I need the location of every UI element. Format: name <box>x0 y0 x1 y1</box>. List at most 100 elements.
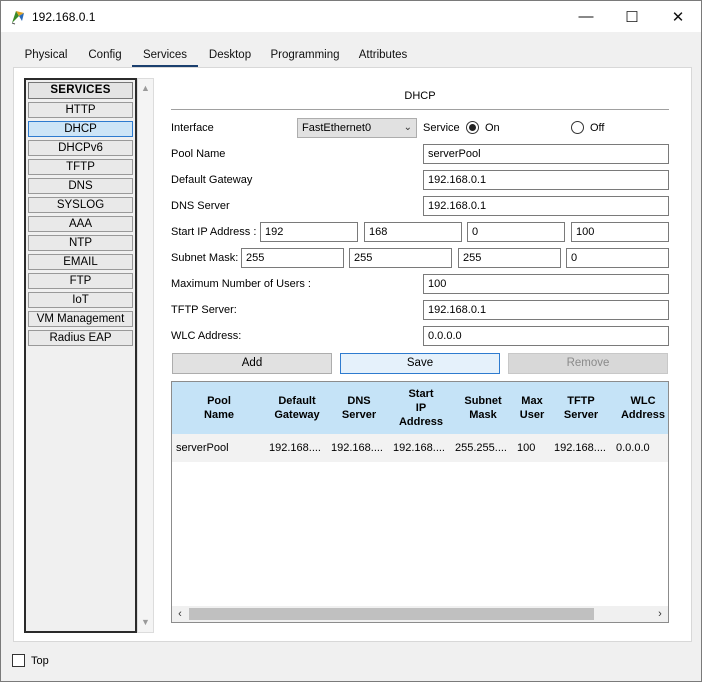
service-item-tftp[interactable]: TFTP <box>28 159 133 175</box>
column-header-wlc-address[interactable]: WLC Address <box>612 382 668 434</box>
table-cell: 255.255.... <box>455 442 507 454</box>
column-header-label: Default Gateway <box>274 395 320 421</box>
service-item-ftp[interactable]: FTP <box>28 273 133 289</box>
service-item-dns[interactable]: DNS <box>28 178 133 194</box>
subnet-mask-octet-3[interactable]: 255 <box>458 248 561 268</box>
minimize-button[interactable]: — <box>563 1 609 32</box>
service-item-http[interactable]: HTTP <box>28 102 133 118</box>
start-ip-octet-4[interactable]: 100 <box>571 222 669 242</box>
service-on-radio[interactable] <box>466 121 479 134</box>
service-item-email[interactable]: EMAIL <box>28 254 133 270</box>
services-header: SERVICES <box>28 82 133 99</box>
column-header-default-gateway[interactable]: Default Gateway <box>266 382 328 434</box>
table-horizontal-scrollbar[interactable]: ‹ › <box>172 606 668 622</box>
start-ip-label: Start IP Address : <box>171 226 257 238</box>
tab-services[interactable]: Services <box>132 43 198 67</box>
title-divider <box>171 109 669 110</box>
service-item-dhcp[interactable]: DHCP <box>28 121 133 137</box>
service-item-aaa[interactable]: AAA <box>28 216 133 232</box>
table-cell: 100 <box>517 442 536 454</box>
tab-desktop[interactable]: Desktop <box>206 43 254 67</box>
column-header-label: Subnet Mask <box>464 395 502 421</box>
column-header-pool-name[interactable]: Pool Name <box>172 382 266 434</box>
column-header-max-user[interactable]: Max User <box>514 382 550 434</box>
dns-server-field[interactable]: 192.168.0.1 <box>423 196 669 216</box>
services-list: SERVICES HTTP DHCP DHCPv6 TFTP DNS SYSLO… <box>24 78 137 633</box>
default-gateway-field[interactable]: 192.168.0.1 <box>423 170 669 190</box>
window-title: 192.168.0.1 <box>32 10 96 24</box>
table-header: Pool Name Default Gateway DNS Server Sta… <box>172 382 668 434</box>
interface-select[interactable]: FastEthernet0 ⌄ <box>297 118 417 138</box>
column-header-label: DNS Server <box>341 395 377 421</box>
subnet-mask-label: Subnet Mask: <box>171 252 239 264</box>
top-checkbox[interactable] <box>12 654 25 667</box>
column-header-subnet-mask[interactable]: Subnet Mask <box>452 382 514 434</box>
packet-tracer-icon <box>11 11 24 25</box>
service-off-label: Off <box>590 122 605 134</box>
column-header-tftp-server[interactable]: TFTP Server <box>550 382 612 434</box>
column-header-dns-server[interactable]: DNS Server <box>328 382 390 434</box>
chevron-down-icon: ⌄ <box>403 122 412 133</box>
tab-config[interactable]: Config <box>83 43 127 67</box>
add-button[interactable]: Add <box>172 353 332 374</box>
scroll-right-icon[interactable]: › <box>652 606 668 622</box>
interface-label: Interface <box>171 122 214 134</box>
remove-button[interactable]: Remove <box>508 353 668 374</box>
service-item-iot[interactable]: IoT <box>28 292 133 308</box>
column-header-start-ip[interactable]: Start IP Address <box>390 382 452 434</box>
service-item-ntp[interactable]: NTP <box>28 235 133 251</box>
minimize-icon: — <box>578 8 594 25</box>
table-cell: 0.0.0.0 <box>616 442 650 454</box>
start-ip-octet-3[interactable]: 0 <box>467 222 565 242</box>
tftp-server-label: TFTP Server: <box>171 304 237 316</box>
wlc-address-label: WLC Address: <box>171 330 242 342</box>
close-button[interactable]: ✕ <box>655 1 701 32</box>
table-cell: 192.168.... <box>393 442 445 454</box>
table-cell: 192.168.... <box>331 442 383 454</box>
max-users-label: Maximum Number of Users : <box>171 278 311 290</box>
tab-programming[interactable]: Programming <box>268 43 342 67</box>
subnet-mask-octet-1[interactable]: 255 <box>241 248 344 268</box>
services-scrollbar[interactable]: ▲ ▼ <box>137 78 154 633</box>
pool-name-label: Pool Name <box>171 148 226 160</box>
scroll-up-icon[interactable]: ▲ <box>138 81 153 96</box>
service-item-vm-management[interactable]: VM Management <box>28 311 133 327</box>
table-cell: 192.168.... <box>269 442 321 454</box>
dns-server-label: DNS Server <box>171 200 230 212</box>
service-label: Service <box>423 122 460 134</box>
wlc-address-field[interactable]: 0.0.0.0 <box>423 326 669 346</box>
close-icon: ✕ <box>671 8 685 26</box>
tftp-server-field[interactable]: 192.168.0.1 <box>423 300 669 320</box>
default-gateway-label: Default Gateway <box>171 174 253 186</box>
service-item-radius-eap[interactable]: Radius EAP <box>28 330 133 346</box>
maximize-button[interactable]: ☐ <box>609 1 655 32</box>
top-label: Top <box>31 655 49 667</box>
scroll-left-icon[interactable]: ‹ <box>172 606 188 622</box>
save-button[interactable]: Save <box>340 353 500 374</box>
column-header-label: Max User <box>519 395 545 421</box>
subnet-mask-octet-2[interactable]: 255 <box>349 248 452 268</box>
tab-attributes[interactable]: Attributes <box>355 43 411 67</box>
pool-table: Pool Name Default Gateway DNS Server Sta… <box>171 381 669 623</box>
device-window: 192.168.0.1 — ☐ ✕ Physical Config Servic… <box>0 0 702 682</box>
table-row[interactable]: serverPool 192.168.... 192.168.... 192.1… <box>172 434 668 462</box>
maximize-icon: ☐ <box>625 8 639 26</box>
column-header-label: Start IP Address <box>398 388 444 428</box>
subnet-mask-octet-4[interactable]: 0 <box>566 248 669 268</box>
table-cell: 192.168.... <box>554 442 606 454</box>
service-off-radio[interactable] <box>571 121 584 134</box>
column-header-label: Pool Name <box>204 395 234 421</box>
service-item-dhcpv6[interactable]: DHCPv6 <box>28 140 133 156</box>
scroll-down-icon[interactable]: ▼ <box>138 615 153 630</box>
dhcp-title: DHCP <box>404 90 436 102</box>
service-on-label: On <box>485 122 500 134</box>
column-header-label: TFTP Server <box>563 395 599 421</box>
max-users-field[interactable]: 100 <box>423 274 669 294</box>
pool-name-field[interactable]: serverPool <box>423 144 669 164</box>
tab-physical[interactable]: Physical <box>17 43 75 67</box>
start-ip-octet-1[interactable]: 192 <box>260 222 358 242</box>
start-ip-octet-2[interactable]: 168 <box>364 222 462 242</box>
scrollbar-thumb[interactable] <box>189 608 594 620</box>
service-item-syslog[interactable]: SYSLOG <box>28 197 133 213</box>
title-bar: 192.168.0.1 — ☐ ✕ <box>1 1 701 32</box>
